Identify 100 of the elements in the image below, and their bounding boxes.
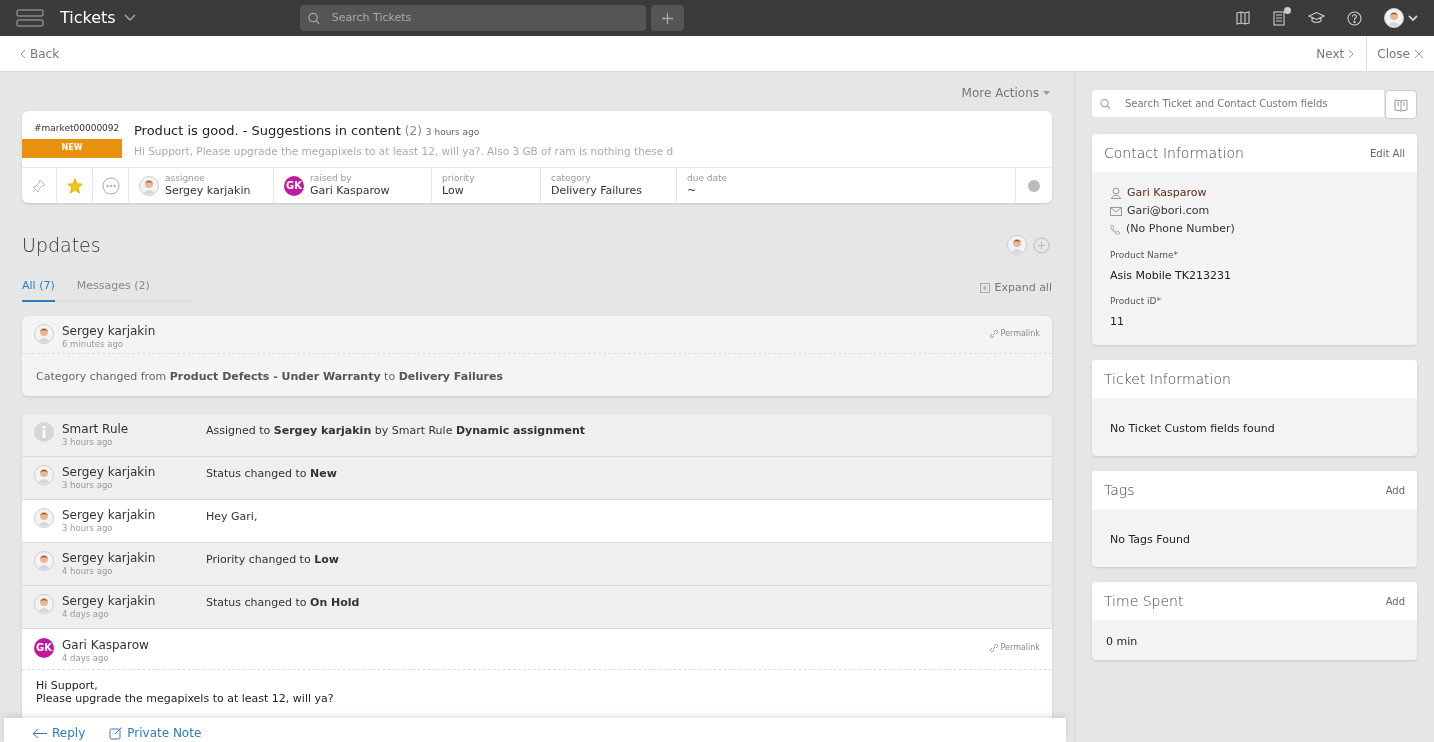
card-action[interactable]: Add — [1385, 482, 1405, 498]
pin-icon — [32, 178, 46, 193]
search-input[interactable]: Search Ticket and Contact Custom fields — [1124, 96, 1376, 111]
update-row[interactable]: Smart Rule 3 hours ago Assigned to Sergey karjakin by Smart Rule Dynamic assignment — [22, 413, 1052, 457]
update-text: Assigned to Sergey karjakin by Smart Rule Dynamic assignment — [206, 422, 586, 439]
card-title: Time Spent — [1104, 591, 1184, 611]
link-icon — [988, 642, 999, 653]
empty-message: No Ticket Custom fields found — [1110, 422, 1275, 435]
update-text: Category changed from Product Defects - Under Warranty to Delivery Failures — [36, 369, 503, 383]
person-icon — [1110, 187, 1122, 199]
caret-icon — [1043, 91, 1050, 95]
field-label: raised by — [310, 173, 353, 185]
chevron-right-icon — [1348, 48, 1355, 59]
update-time: 3 hours ago — [62, 479, 114, 491]
author-name: Sergey karjakin — [62, 550, 157, 566]
avatar-icon — [1007, 235, 1027, 256]
permalink[interactable]: Permalink — [988, 641, 1040, 654]
search-input[interactable]: Search Tickets — [331, 9, 638, 27]
next-link[interactable]: Next — [1316, 44, 1355, 63]
avatar-initials: GK — [34, 637, 54, 658]
card-title: Ticket Information — [1104, 369, 1231, 389]
close-icon — [1414, 48, 1424, 59]
private-note-button[interactable]: Private Note — [109, 724, 202, 742]
help-icon[interactable] — [1347, 10, 1362, 26]
field-value: 11 — [1110, 313, 1125, 330]
star-icon — [66, 177, 83, 194]
ticket-field[interactable]: priority Low — [432, 168, 541, 203]
update-row[interactable]: Sergey karjakin 3 hours ago Status changed to New — [22, 456, 1052, 500]
back-link[interactable]: Back — [20, 44, 60, 63]
ticket-field[interactable]: assignee Sergey karjakin — [129, 168, 274, 203]
plus-icon — [661, 12, 673, 24]
update-row[interactable]: Sergey karjakin 4 hours ago Priority changed to Low — [22, 542, 1052, 586]
field-label: assignee — [165, 173, 206, 185]
card-action[interactable]: Edit All — [1370, 145, 1405, 161]
field-value: ~ — [687, 184, 698, 198]
expand-all-button[interactable]: Expand all — [979, 279, 1052, 296]
message-count: (2) — [404, 123, 422, 140]
field-label: Product iD* — [1110, 295, 1162, 308]
more-icon — [101, 176, 120, 195]
ticket-time: 3 hours ago — [425, 126, 480, 139]
message-line: Please upgrade the megapixels to at least 12, will ya? — [36, 692, 335, 706]
permalink[interactable]: Permalink — [988, 328, 1040, 340]
more-actions-menu[interactable]: More Actions — [961, 84, 1050, 102]
module-menu[interactable]: Tickets — [60, 6, 136, 30]
search-icon — [307, 11, 320, 25]
field-label: priority — [442, 173, 475, 185]
menu-icon[interactable] — [16, 9, 44, 27]
card-title: Tags — [1104, 480, 1135, 500]
update-time: 6 minutes ago — [62, 339, 125, 350]
user-menu[interactable] — [1384, 8, 1418, 28]
author-name: Sergey karjakin — [62, 507, 157, 523]
mail-icon — [1110, 206, 1122, 216]
time-spent-value: 0 min — [1106, 635, 1138, 648]
author-name: Sergey karjakin — [62, 593, 157, 609]
ticket-preview: Hi Support, Please upgrade the megapixels to at least 12, will ya?. Also 3 GB of ram is nothing these d — [134, 143, 674, 159]
close-link[interactable]: Close — [1366, 36, 1434, 71]
search-field[interactable]: Search Tickets — [299, 5, 646, 31]
contact-email: Gari@bori.com — [1127, 202, 1210, 219]
add-button[interactable] — [650, 5, 684, 31]
field-value: Low — [442, 184, 465, 198]
update-time: 4 hours ago — [62, 565, 114, 577]
update-time: 3 hours ago — [62, 436, 114, 448]
avatar-initials: GK — [284, 175, 304, 196]
field-value: Gari Kasparow — [310, 184, 390, 198]
contact-phone: (No Phone Number) — [1126, 220, 1235, 237]
search-icon — [1100, 97, 1111, 110]
contact-name[interactable]: Gari Kasparow — [1127, 184, 1207, 202]
chevron-down-icon — [123, 14, 136, 22]
field-value: Delivery Failures — [551, 184, 643, 198]
ticket-field[interactable]: due date ~ — [677, 168, 1016, 203]
expand-icon — [979, 282, 990, 293]
graduation-cap-icon[interactable] — [1308, 11, 1325, 25]
empty-message: No Tags Found — [1110, 533, 1190, 546]
chevron-down-icon — [1408, 14, 1418, 22]
author-name: Smart Rule — [62, 421, 130, 437]
document-icon[interactable] — [1272, 10, 1286, 26]
message-line: Hi Support, — [36, 679, 99, 693]
update-row[interactable]: Sergey karjakin 4 days ago Status changed to On Hold — [22, 585, 1052, 629]
update-row[interactable]: Sergey karjakin 3 hours ago Hey Gari, — [22, 499, 1052, 543]
update-text: Status changed to New — [206, 465, 337, 482]
section-title: Updates — [22, 233, 101, 258]
tab[interactable]: All (7) — [22, 277, 55, 302]
chevron-left-icon — [20, 48, 26, 59]
book-icon — [1394, 97, 1408, 112]
ticket-title: Product is good. - Suggestions in content — [134, 122, 401, 140]
map-icon[interactable] — [1236, 11, 1250, 25]
phone-icon — [1110, 223, 1121, 235]
link-icon — [988, 329, 999, 339]
update-text: Priority changed to Low — [206, 551, 339, 568]
ticket-field[interactable]: category Delivery Failures — [541, 168, 677, 203]
card-action[interactable]: Add — [1385, 593, 1405, 609]
update-time: 3 hours ago — [62, 522, 114, 534]
reply-icon — [32, 727, 48, 739]
field-label: category — [551, 173, 592, 185]
custom-field-search[interactable]: Search Ticket and Contact Custom fields — [1092, 90, 1384, 117]
status-badge: NEW — [22, 138, 122, 158]
reply-button[interactable]: Reply — [32, 724, 86, 742]
update-time: 4 days ago — [62, 652, 110, 664]
avatar-icon — [1384, 8, 1404, 28]
author-name: Sergey karjakin — [62, 324, 156, 339]
